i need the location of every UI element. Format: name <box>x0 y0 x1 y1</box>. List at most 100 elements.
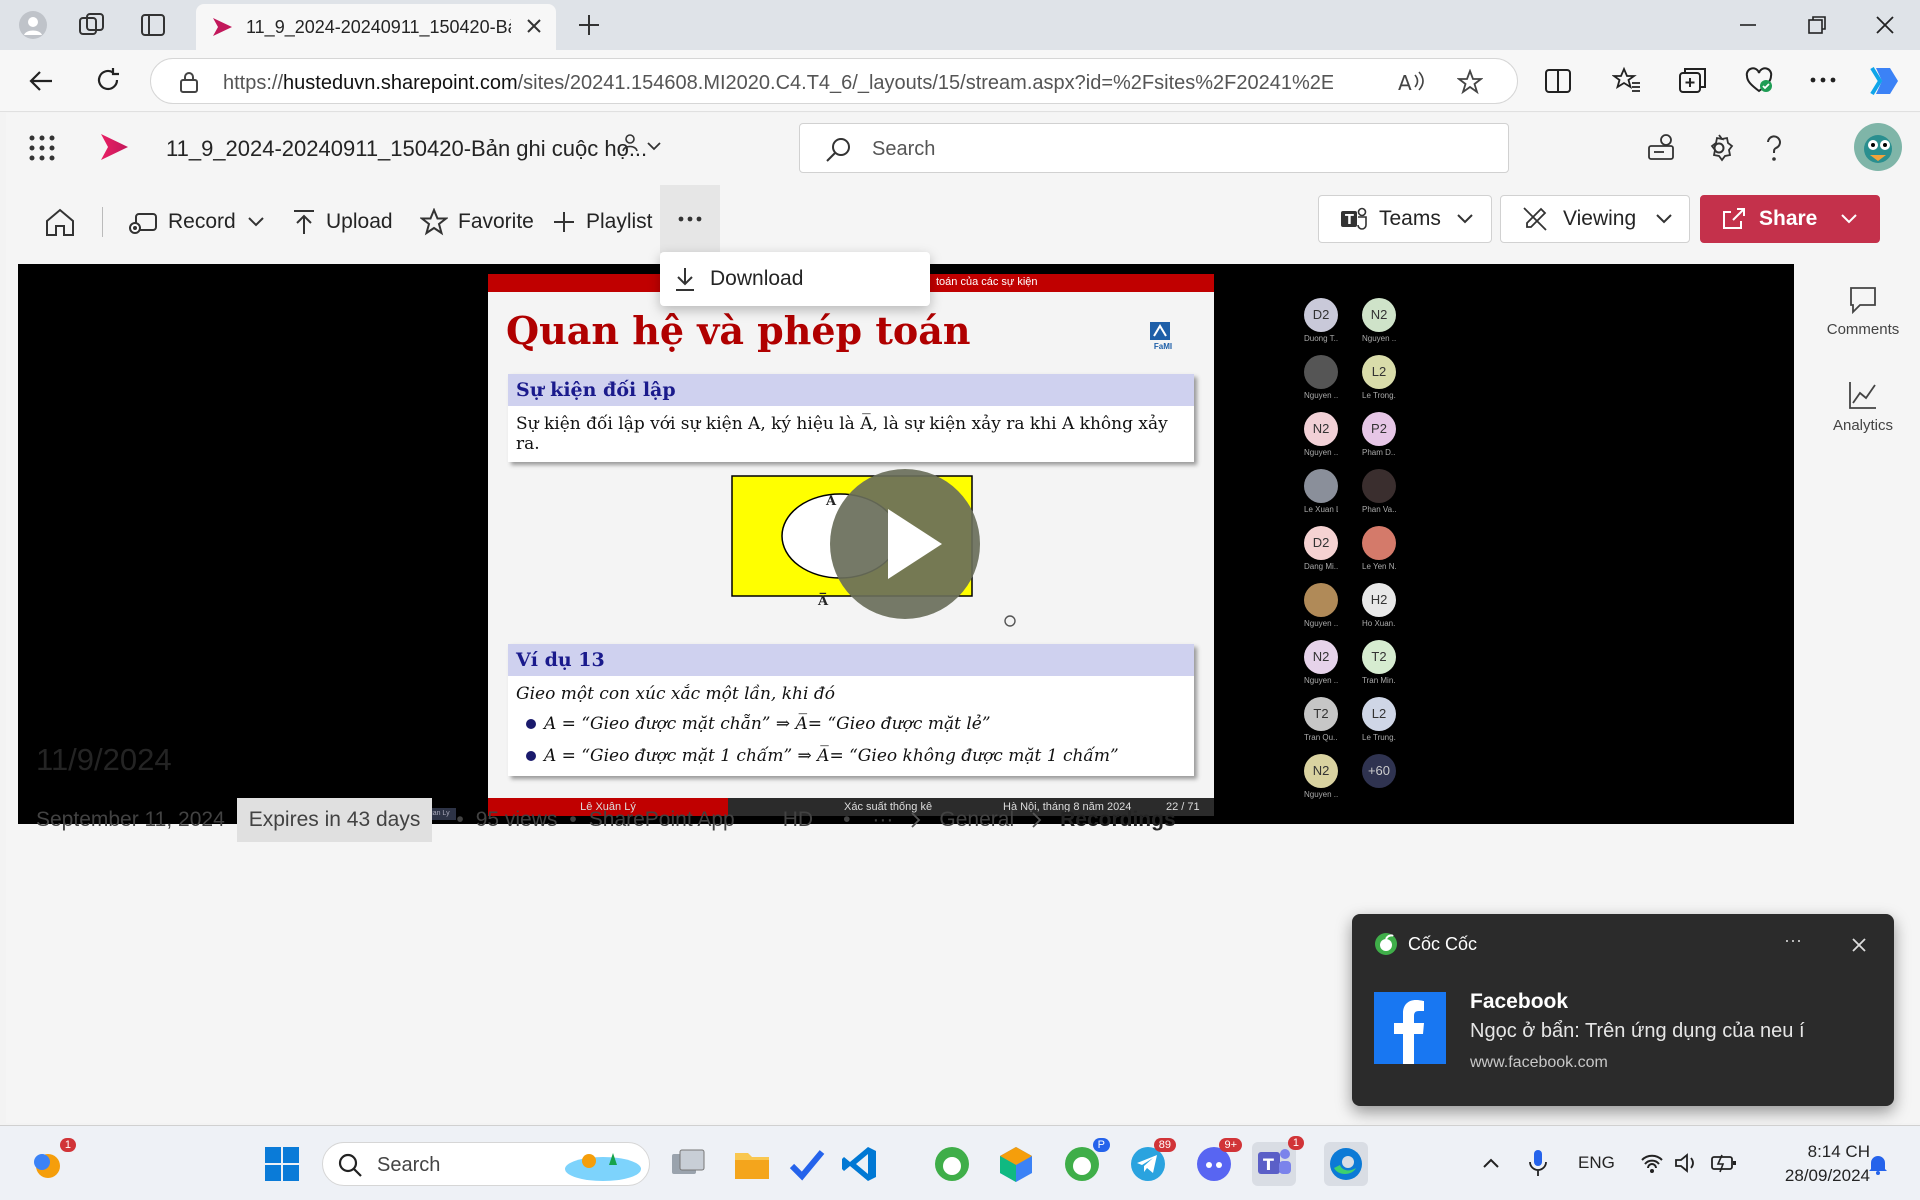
system-clock[interactable]: 8:14 CH 28/09/2024 <box>1760 1140 1870 1188</box>
record-button[interactable]: Record <box>128 205 276 239</box>
toast-close-icon[interactable] <box>1850 936 1868 954</box>
participant-avatar: N2 <box>1304 412 1338 446</box>
lock-icon[interactable] <box>179 71 199 93</box>
browser-tab-active[interactable]: 11_9_2024-20240911_150420-Bản <box>196 4 556 50</box>
chevron-down-icon <box>247 217 264 227</box>
notification-bell-icon[interactable] <box>1866 1152 1890 1176</box>
discord-icon[interactable]: 9+ <box>1194 1138 1242 1184</box>
refresh-icon[interactable] <box>94 66 122 94</box>
favorite-star-icon[interactable] <box>1457 69 1483 95</box>
telegram-icon[interactable]: 89 <box>1128 1138 1176 1184</box>
svg-text:T: T <box>1263 1155 1274 1174</box>
close-window-icon[interactable] <box>1874 14 1896 36</box>
viewing-label: Viewing <box>1563 207 1637 230</box>
playlist-button[interactable]: Playlist <box>552 205 653 239</box>
share-button[interactable]: Share <box>1700 195 1880 243</box>
analytics-pane-button[interactable]: Analytics <box>1806 379 1920 434</box>
comments-pane-button[interactable]: Comments <box>1806 285 1920 338</box>
toast-site: www.facebook.com <box>1470 1054 1608 1071</box>
microphone-icon[interactable] <box>1528 1148 1548 1178</box>
profile-icon[interactable] <box>18 10 48 40</box>
notification-toast[interactable]: Cốc Cốc ··· Facebook Ngọc ở bẩn: Trên ứn… <box>1352 914 1894 1106</box>
taskbar-search[interactable]: Search <box>322 1142 650 1186</box>
tab-actions-icon[interactable] <box>140 12 166 38</box>
toast-title: Facebook <box>1470 990 1569 1013</box>
battery-icon[interactable] <box>1710 1152 1738 1174</box>
video-player[interactable]: toán của các sự kiện Quan hệ và phép toá… <box>18 264 1794 824</box>
teams-button[interactable]: T Teams <box>1318 195 1492 243</box>
teams-badge: 1 <box>1287 1136 1304 1150</box>
source-app: SharePoint App <box>588 808 735 831</box>
back-icon[interactable] <box>28 68 56 94</box>
participant-tile: L2 Le Trung... <box>1362 697 1396 742</box>
document-title[interactable]: 11_9_2024-20240911_150420-Bản ghi cuộc h… <box>166 136 647 162</box>
file-explorer-icon[interactable] <box>732 1144 772 1184</box>
workspaces-icon[interactable] <box>78 12 106 38</box>
help-icon[interactable] <box>1762 133 1786 163</box>
wifi-icon[interactable] <box>1640 1152 1664 1174</box>
participant-avatar: H2 <box>1362 583 1396 617</box>
participant-avatar: L2 <box>1362 355 1396 389</box>
participant-name: Nguyen ... <box>1304 391 1338 400</box>
participant-name: Nguyen ... <box>1304 790 1338 799</box>
stream-logo-icon[interactable] <box>98 132 130 162</box>
input-language[interactable]: ENG <box>1578 1153 1615 1173</box>
favorites-icon[interactable] <box>1612 66 1642 94</box>
participant-tile: T2 Tran Qu... <box>1304 697 1338 742</box>
bullet-dot <box>526 751 536 761</box>
feedback-icon[interactable] <box>1646 133 1676 163</box>
shared-with-icon[interactable] <box>622 133 664 159</box>
play-button[interactable] <box>830 469 980 619</box>
expiration-badge[interactable]: Expires in 43 days <box>236 798 433 842</box>
minimize-icon[interactable] <box>1738 14 1758 34</box>
settings-more-icon[interactable] <box>1810 76 1836 84</box>
coccoc-profile-icon[interactable]: P <box>1062 1138 1110 1184</box>
task-view-icon[interactable] <box>668 1144 708 1184</box>
coccoc-taskbar-icon[interactable] <box>932 1144 972 1184</box>
address-bar[interactable]: https://husteduvn.sharepoint.com/sites/2… <box>150 58 1518 104</box>
read-aloud-icon[interactable]: A <box>1397 69 1425 95</box>
close-tab-icon[interactable] <box>524 16 544 36</box>
example-intro: Gieo một con xúc xắc một lần, khi đó <box>516 684 835 704</box>
show-hidden-icons[interactable] <box>1482 1156 1500 1170</box>
definition-title: Sự kiện đối lập <box>508 374 1194 406</box>
browser-essentials-icon[interactable] <box>1744 66 1774 94</box>
new-tab-icon[interactable] <box>576 12 602 38</box>
copilot-icon[interactable] <box>1868 64 1902 98</box>
participant-tile: N2 Nguyen ... <box>1304 640 1338 685</box>
start-button-icon[interactable] <box>262 1144 302 1184</box>
vscode-icon[interactable] <box>840 1144 880 1184</box>
chevron-down-icon <box>1841 214 1858 224</box>
more-actions-menu: Download <box>660 252 930 306</box>
participant-avatar <box>1304 469 1338 503</box>
home-icon[interactable] <box>44 207 76 237</box>
more-actions-button[interactable] <box>660 185 720 253</box>
search-box[interactable]: Search <box>799 123 1509 173</box>
edge-taskbar-icon[interactable] <box>1324 1142 1368 1186</box>
quality-label: HD <box>782 808 814 831</box>
upload-button[interactable]: Upload <box>292 205 393 239</box>
tab-title: 11_9_2024-20240911_150420-Bản <box>246 17 511 37</box>
volume-icon[interactable] <box>1674 1152 1698 1174</box>
teams-taskbar-icon[interactable]: T 1 <box>1252 1136 1304 1186</box>
pencil-off-icon <box>1523 207 1547 231</box>
split-screen-icon[interactable] <box>1544 68 1572 94</box>
viewing-button[interactable]: Viewing <box>1500 195 1690 243</box>
url-text[interactable]: https://husteduvn.sharepoint.com/sites/2… <box>223 72 1333 95</box>
collections-icon[interactable] <box>1678 66 1708 94</box>
restore-icon[interactable] <box>1806 14 1828 36</box>
weather-widget-icon[interactable]: 1 <box>28 1138 76 1184</box>
favorite-button[interactable]: Favorite <box>420 205 534 239</box>
toast-more-button[interactable]: ··· <box>1784 930 1802 951</box>
settings-gear-icon[interactable] <box>1704 133 1734 163</box>
breadcrumb-more[interactable]: ··· <box>872 808 893 832</box>
breadcrumb-general[interactable]: General <box>939 808 1014 832</box>
participant-avatar <box>1362 526 1396 560</box>
app-cube-icon[interactable] <box>996 1144 1036 1184</box>
todo-icon[interactable] <box>786 1144 826 1184</box>
user-avatar[interactable] <box>1854 123 1902 171</box>
app-launcher-icon[interactable] <box>28 134 56 162</box>
download-menu-item[interactable]: Download <box>660 252 930 306</box>
comments-label: Comments <box>1826 321 1900 338</box>
breadcrumb-recordings[interactable]: Recordings <box>1060 808 1176 832</box>
